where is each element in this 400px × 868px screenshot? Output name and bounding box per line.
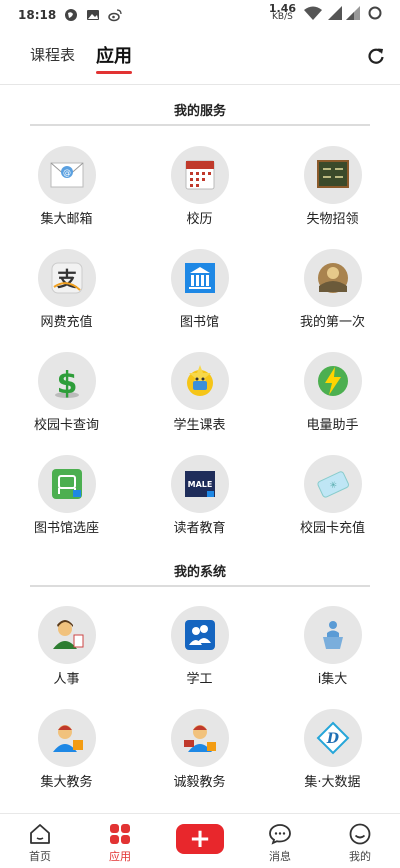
alipay-icon: 支 — [37, 249, 96, 307]
service-calendar[interactable]: 校历 — [133, 146, 266, 227]
svg-text:支: 支 — [57, 267, 78, 291]
app-header: 课程表 应用 — [0, 30, 400, 85]
wifi-icon — [304, 6, 322, 20]
academic-affairs-icon — [37, 709, 96, 767]
tab-apps[interactable]: 应用 — [96, 42, 132, 74]
status-time: 18:18 — [18, 8, 57, 22]
star-face-icon — [170, 352, 229, 410]
system-big-data[interactable]: D 集·大数据 — [266, 709, 399, 790]
library-building-icon — [170, 249, 229, 307]
system-personnel[interactable]: 人事 — [0, 606, 133, 687]
svg-text:$: $ — [56, 366, 77, 401]
podium-icon — [303, 606, 362, 664]
service-student-schedule[interactable]: 学生课表 — [133, 352, 266, 433]
signal-2-icon — [346, 6, 360, 20]
service-seat-select[interactable]: 图书馆选座 — [0, 455, 133, 536]
nav-me[interactable]: 我的 — [320, 814, 400, 868]
calendar-icon — [170, 146, 229, 204]
system-chengyi-academic[interactable]: 诚毅教务 — [133, 709, 266, 790]
service-mail[interactable]: @ 集大邮箱 — [0, 146, 133, 227]
service-reader-education[interactable]: MALE 读者教育 — [133, 455, 266, 536]
seat-select-icon — [37, 455, 96, 513]
service-lost-found[interactable]: 失物招领 — [266, 146, 399, 227]
system-ijimei[interactable]: i集大 — [266, 606, 399, 687]
services-divider — [30, 124, 370, 126]
chat-bubble-icon — [269, 824, 291, 845]
svg-text:@: @ — [63, 168, 71, 177]
lightning-icon — [303, 352, 362, 410]
svg-text:D: D — [325, 731, 339, 747]
nav-home[interactable]: 首页 — [0, 814, 80, 868]
globe-icon — [65, 9, 78, 21]
personnel-icon — [37, 606, 96, 664]
nav-messages[interactable]: 消息 — [240, 814, 320, 868]
network-speed: 1.46 KB/S — [268, 2, 296, 22]
add-button[interactable]: + — [176, 824, 224, 854]
lost-found-board-icon — [303, 146, 362, 204]
reader-education-icon: MALE — [170, 455, 229, 513]
systems-section-title: 我的系统 — [173, 565, 226, 580]
student-affairs-icon — [170, 606, 229, 664]
service-card-recharge[interactable]: ✳ 校园卡充值 — [266, 455, 399, 536]
smile-profile-icon — [349, 823, 371, 845]
dollar-icon: $ — [37, 352, 96, 410]
system-student-affairs[interactable]: 学工 — [133, 606, 266, 687]
apps-grid-icon — [110, 824, 130, 844]
svg-text:MALE: MALE — [187, 480, 212, 489]
first-time-photo-icon — [303, 249, 362, 307]
nav-apps[interactable]: 应用 — [80, 814, 160, 868]
systems-divider — [30, 585, 370, 587]
card-recharge-icon: ✳ — [303, 455, 362, 513]
bottom-nav: 首页 应用 + 消息 我的 — [0, 813, 400, 868]
service-card-query[interactable]: $ 校园卡查询 — [0, 352, 133, 433]
battery-ring-icon — [368, 6, 382, 20]
chengyi-academic-icon — [170, 709, 229, 767]
signal-icon — [328, 6, 342, 20]
service-first-time[interactable]: 我的第一次 — [266, 249, 399, 330]
services-section-title: 我的服务 — [173, 104, 226, 119]
home-icon — [30, 824, 50, 844]
weibo-icon — [108, 9, 122, 22]
tab-schedule[interactable]: 课程表 — [30, 44, 75, 65]
image-icon — [87, 10, 100, 20]
system-academic-affairs[interactable]: 集大教务 — [0, 709, 133, 790]
service-power-helper[interactable]: 电量助手 — [266, 352, 399, 433]
service-library[interactable]: 图书馆 — [133, 249, 266, 330]
service-net-recharge[interactable]: 支 网费充值 — [0, 249, 133, 330]
mail-icon: @ — [37, 146, 96, 204]
status-bar: 18:18 1.46 KB/S — [0, 0, 400, 30]
refresh-icon[interactable] — [366, 46, 386, 66]
big-data-icon: D — [303, 709, 362, 767]
